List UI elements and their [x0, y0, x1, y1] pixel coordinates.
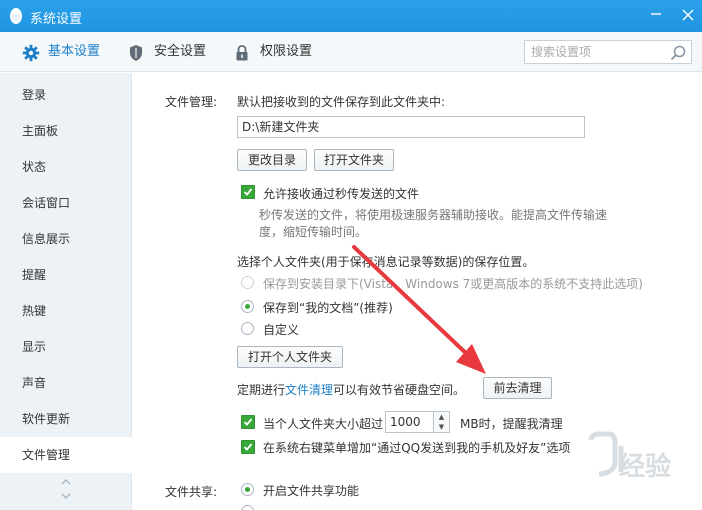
qq-penguin-icon	[10, 8, 22, 24]
size-limit-stepper[interactable]: ▲ ▼	[434, 411, 450, 433]
tab-label: 基本设置	[48, 44, 101, 59]
size-limit-input[interactable]: 1000	[385, 411, 434, 433]
tab-permission-settings[interactable]: 权限设置	[234, 32, 314, 72]
flash-transfer-description: 秒传发送的文件，将使用极速服务器辅助接收。能提高文件传输速	[259, 208, 608, 222]
size-limit-prefix: 当个人文件夹大小超过	[263, 417, 384, 431]
enable-file-share-radio[interactable]	[241, 483, 254, 496]
personal-folder-intro: 选择个人文件夹(用于保存消息记录等数据)的保存位置。	[237, 255, 535, 269]
shield-icon	[130, 45, 142, 61]
open-folder-button[interactable]: 打开文件夹	[314, 149, 394, 171]
checkmark-icon	[243, 443, 253, 451]
sidebar-scroll-arrows[interactable]	[58, 477, 74, 505]
close-button[interactable]	[676, 4, 700, 28]
tab-basic-settings[interactable]: 基本设置	[22, 32, 102, 72]
save-folder-intro: 默认把接收到的文件保存到此文件夹中:	[237, 95, 446, 109]
tab-label: 安全设置	[154, 44, 207, 59]
stepper-up-icon[interactable]: ▲	[434, 412, 449, 422]
sidebar-item-file-management[interactable]: 文件管理	[0, 437, 132, 473]
file-mgmt-section-label: 文件管理:	[165, 95, 218, 109]
checkmark-icon	[243, 188, 253, 196]
close-icon	[682, 9, 694, 21]
context-menu-label[interactable]: 在系统右键菜单增加“通过QQ发送到我的手机及好友”选项	[263, 439, 570, 456]
go-cleanup-button[interactable]: 前去清理	[483, 377, 552, 399]
cleanup-suffix: 可以有效节省硬盘空间。	[333, 383, 466, 397]
save-install-dir-label: 保存到安装目录下(Vista、Windows 7或更高版本的系统不支持此选项)	[263, 277, 643, 291]
sidebar-item-main-panel[interactable]: 主面板	[0, 113, 132, 149]
cleanup-prefix: 定期进行	[237, 383, 286, 397]
chevron-down-icon[interactable]	[60, 492, 72, 500]
sidebar-item-software-update[interactable]: 软件更新	[0, 401, 132, 437]
sidebar-item-chat-window[interactable]: 会话窗口	[0, 185, 132, 221]
sidebar-item-info-display[interactable]: 信息展示	[0, 221, 132, 257]
window-title: 系统设置	[30, 12, 83, 27]
tab-security-settings[interactable]: 安全设置	[128, 32, 208, 72]
file-share-option-radio[interactable]	[241, 505, 254, 510]
tab-label: 权限设置	[260, 44, 313, 59]
allow-flash-transfer-label[interactable]: 允许接收通过秒传发送的文件	[263, 185, 419, 202]
file-cleanup-link[interactable]: 文件清理	[285, 383, 333, 397]
sidebar-item-status[interactable]: 状态	[0, 149, 132, 185]
save-path-field[interactable]: D:\新建文件夹	[237, 116, 585, 138]
sidebar-item-sound[interactable]: 声音	[0, 365, 132, 401]
settings-content: 文件管理: 默认把接收到的文件保存到此文件夹中: D:\新建文件夹 更改目录 打…	[133, 73, 702, 510]
size-limit-suffix: MB时，提醒我清理	[460, 417, 563, 431]
settings-sidebar: 登录 主面板 状态 会话窗口 信息展示 提醒 热键 显示 声音 软件更新 文件管…	[0, 73, 132, 510]
settings-search[interactable]	[524, 40, 692, 64]
cleanup-hint: 定期进行文件清理可以有效节省硬盘空间。	[237, 381, 465, 398]
title-bar: 系统设置	[0, 0, 702, 32]
save-install-dir-radio	[241, 276, 254, 289]
search-input[interactable]	[531, 43, 667, 61]
save-custom-radio[interactable]	[241, 322, 254, 335]
allow-flash-transfer-checkbox[interactable]	[241, 185, 255, 199]
context-menu-checkbox[interactable]	[241, 440, 255, 454]
sidebar-item-login[interactable]: 登录	[0, 77, 132, 113]
save-my-docs-radio[interactable]	[241, 300, 254, 313]
minimize-icon	[651, 13, 661, 15]
open-personal-folder-button[interactable]: 打开个人文件夹	[237, 346, 343, 368]
file-share-section-label: 文件共享:	[165, 485, 218, 499]
flash-transfer-description-2: 度，缩短传输时间。	[259, 225, 368, 239]
sidebar-item-reminder[interactable]: 提醒	[0, 257, 132, 293]
gear-icon	[22, 44, 40, 62]
chevron-up-icon[interactable]	[60, 478, 72, 486]
save-custom-label[interactable]: 自定义	[263, 321, 299, 338]
size-limit-checkbox[interactable]	[241, 415, 255, 429]
checkmark-icon	[243, 418, 253, 426]
minimize-button[interactable]	[644, 4, 668, 28]
search-icon[interactable]	[669, 44, 687, 62]
lock-icon	[236, 45, 248, 61]
change-directory-button[interactable]: 更改目录	[237, 149, 307, 171]
save-my-docs-label[interactable]: 保存到“我的文档”(推荐)	[263, 299, 393, 316]
stepper-down-icon[interactable]: ▼	[434, 422, 449, 432]
sidebar-item-hotkeys[interactable]: 热键	[0, 293, 132, 329]
enable-file-share-label[interactable]: 开启文件共享功能	[263, 482, 359, 499]
sidebar-item-display[interactable]: 显示	[0, 329, 132, 365]
